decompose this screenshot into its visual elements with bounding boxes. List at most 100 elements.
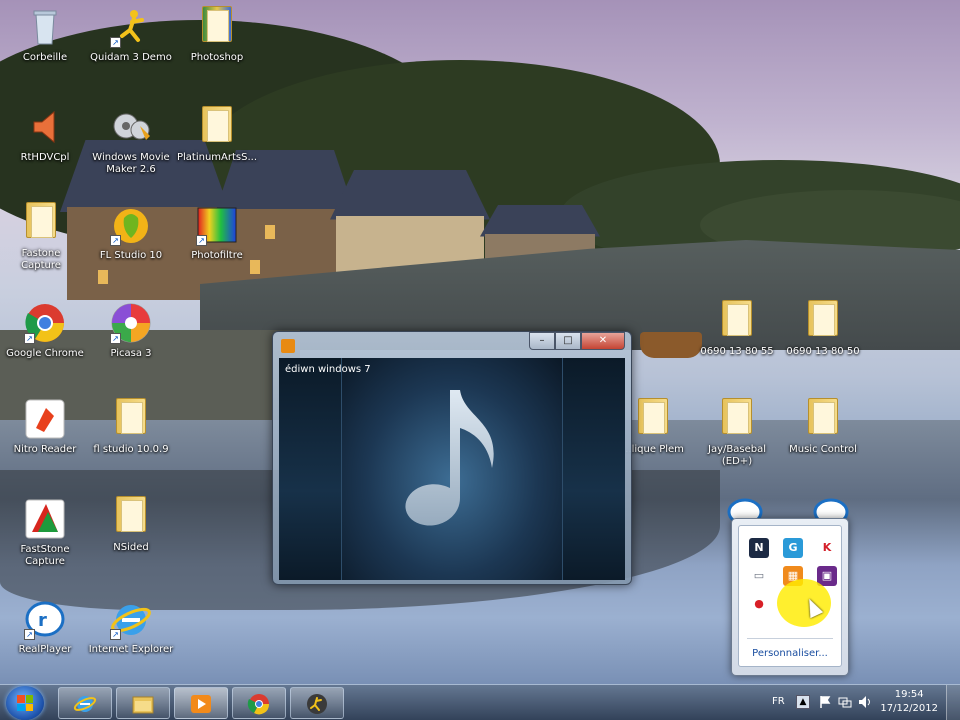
start-button[interactable] (6, 686, 44, 720)
folder-icon (802, 300, 844, 342)
lit-window (250, 260, 260, 274)
desktop-icon-faststone-capture[interactable]: FastStone Capture (0, 498, 90, 568)
media-caption: édiwn windows 7 (285, 364, 371, 375)
desktop-icon-label: fl studio 10.0.9 (93, 444, 169, 455)
desktop-icon-windows-movie-maker[interactable]: Windows Movie Maker 2.6 (86, 106, 176, 176)
shortcut-arrow-icon: ↗ (110, 37, 121, 48)
separator (747, 638, 833, 639)
desktop-icon-label: Picasa 3 (110, 348, 152, 359)
window-controls: – □ ✕ (529, 332, 625, 352)
desktop-icon-label: NSided (113, 542, 149, 553)
lit-window (265, 225, 275, 239)
desktop-icon-label: Music Control (789, 444, 857, 455)
desktop-icon-folder-jay-basebal[interactable]: Jay/Basebal (ED+) (692, 398, 782, 468)
maximize-button[interactable]: □ (555, 332, 581, 350)
nitro-reader-icon (24, 398, 66, 440)
shortcut-arrow-icon: ↗ (196, 235, 207, 246)
desktop-icon-folder-music-control[interactable]: Music Control (778, 398, 868, 456)
taskbar-chrome[interactable] (232, 687, 286, 719)
network-icon[interactable] (838, 695, 852, 709)
desktop-icon-nsided-folder[interactable]: NSided (86, 496, 176, 554)
desktop-icon-nitro-reader[interactable]: Nitro Reader (0, 398, 90, 456)
media-player-side-panel (279, 358, 341, 580)
printer-icon[interactable]: ▭ (749, 566, 769, 586)
media-player-viewport[interactable]: édiwn windows 7 (279, 358, 625, 580)
svg-text:r: r (38, 610, 47, 631)
desktop-icon-label: 0690 13 80 55 (700, 346, 774, 357)
desktop-icon-label: RtHDVCpl (20, 152, 70, 163)
picasa-icon: ↗ (110, 302, 152, 344)
desktop-icon-fastone-capture-folder[interactable]: Fastone Capture (0, 202, 86, 272)
folder-icon (196, 6, 238, 48)
kaspersky-icon[interactable]: K (817, 538, 837, 558)
recycle-bin-icon (24, 6, 66, 48)
shield-app-icon[interactable]: G (783, 538, 803, 558)
show-hidden-icons-button[interactable]: ▲ (796, 695, 810, 709)
internet-explorer-icon (73, 696, 97, 712)
desktop-icon-folder-0690-13-80-55[interactable]: 0690 13 80 55 (692, 300, 782, 358)
shortcut-arrow-icon: ↗ (110, 629, 121, 640)
shortcut-arrow-icon: ↗ (24, 333, 35, 344)
desktop-icon-label: Photoshop (190, 52, 244, 63)
desktop-icon-realplayer[interactable]: r ↗ RealPlayer (0, 598, 90, 656)
desktop-icon-label: PlatinumArtsS... (176, 152, 258, 163)
windows-logo-icon (17, 695, 33, 711)
taskbar: FR ▲ 19:54 17/12/2012 (0, 684, 960, 720)
desktop-icon-label: RealPlayer (18, 644, 72, 655)
taskbar-media-player[interactable] (174, 687, 228, 719)
desktop-icon-picasa[interactable]: ↗ Picasa 3 (86, 302, 176, 360)
media-player-icon (281, 339, 295, 353)
clock-date: 17/12/2012 (880, 703, 938, 714)
desktop-icon-fl-studio[interactable]: ↗ FL Studio 10 (86, 204, 176, 262)
taskbar-quidam[interactable] (290, 687, 344, 719)
desktop-icon-label: Nitro Reader (13, 444, 77, 455)
desktop-icon-platinumarts-folder[interactable]: PlatinumArtsS... (172, 106, 262, 164)
desktop-icon-quidam[interactable]: ↗ Quidam 3 Demo (86, 6, 176, 64)
language-indicator[interactable]: FR (772, 696, 785, 707)
folder-icon (110, 496, 152, 538)
folder-icon (716, 300, 758, 342)
desktop-icon-photoshop-folder[interactable]: Photoshop (172, 6, 262, 64)
action-center-flag-icon[interactable] (818, 695, 832, 709)
desktop-icon-label: Internet Explorer (88, 644, 174, 655)
desktop-icon-internet-explorer[interactable]: ↗ Internet Explorer (86, 598, 176, 656)
desktop-icon-recycle-bin[interactable]: Corbeille (0, 6, 90, 64)
minimize-button[interactable]: – (529, 332, 555, 350)
photofiltre-icon: ↗ (196, 204, 238, 246)
shortcut-arrow-icon: ↗ (24, 629, 35, 640)
desktop-icon-label: Windows Movie Maker 2.6 (92, 152, 170, 175)
shortcut-arrow-icon: ↗ (110, 235, 121, 246)
desktop-icon-label: Corbeille (22, 52, 68, 63)
desktop-icon-folder-0690-13-80-50[interactable]: 0690 13 80 50 (778, 300, 868, 358)
music-note-icon (405, 390, 494, 526)
media-player-side-panel (563, 358, 625, 580)
desktop-icon-rthdvcpl[interactable]: RtHDVCpl (0, 106, 90, 164)
realplayer-icon: r ↗ (24, 598, 66, 640)
desktop-icon-photofiltre[interactable]: ↗ Photofiltre (172, 204, 262, 262)
record-icon[interactable]: ● (749, 594, 769, 614)
show-desktop-button[interactable] (946, 685, 960, 720)
network-app-icon[interactable]: N (749, 538, 769, 558)
album-art-panel (341, 358, 563, 580)
folder-icon (802, 398, 844, 440)
taskbar-internet-explorer[interactable] (58, 687, 112, 719)
desktop-icon-google-chrome[interactable]: ↗ Google Chrome (0, 302, 90, 360)
desktop-icon-label: Fastone Capture (21, 248, 61, 271)
system-tray: FR ▲ 19:54 17/12/2012 (750, 685, 960, 720)
customize-link[interactable]: Personnaliser... (739, 648, 841, 659)
internet-explorer-icon: ↗ (110, 598, 152, 640)
media-player-window[interactable]: – □ ✕ édiwn windows 7 (272, 331, 632, 585)
quidam-icon (307, 694, 327, 714)
desktop-icon-label: 0690 13 80 50 (786, 346, 860, 357)
volume-icon[interactable] (858, 695, 872, 709)
speaker-icon (24, 106, 66, 148)
file-explorer-icon (132, 696, 154, 714)
chrome-icon (247, 694, 270, 715)
folder-icon (196, 106, 238, 148)
clock[interactable]: 19:54 17/12/2012 (880, 688, 938, 716)
desktop-icon-label: FL Studio 10 (99, 250, 163, 261)
taskbar-file-explorer[interactable] (116, 687, 170, 719)
clock-time: 19:54 (894, 689, 924, 700)
desktop-icon-fl-studio-folder[interactable]: fl studio 10.0.9 (86, 398, 176, 456)
close-button[interactable]: ✕ (581, 332, 625, 350)
